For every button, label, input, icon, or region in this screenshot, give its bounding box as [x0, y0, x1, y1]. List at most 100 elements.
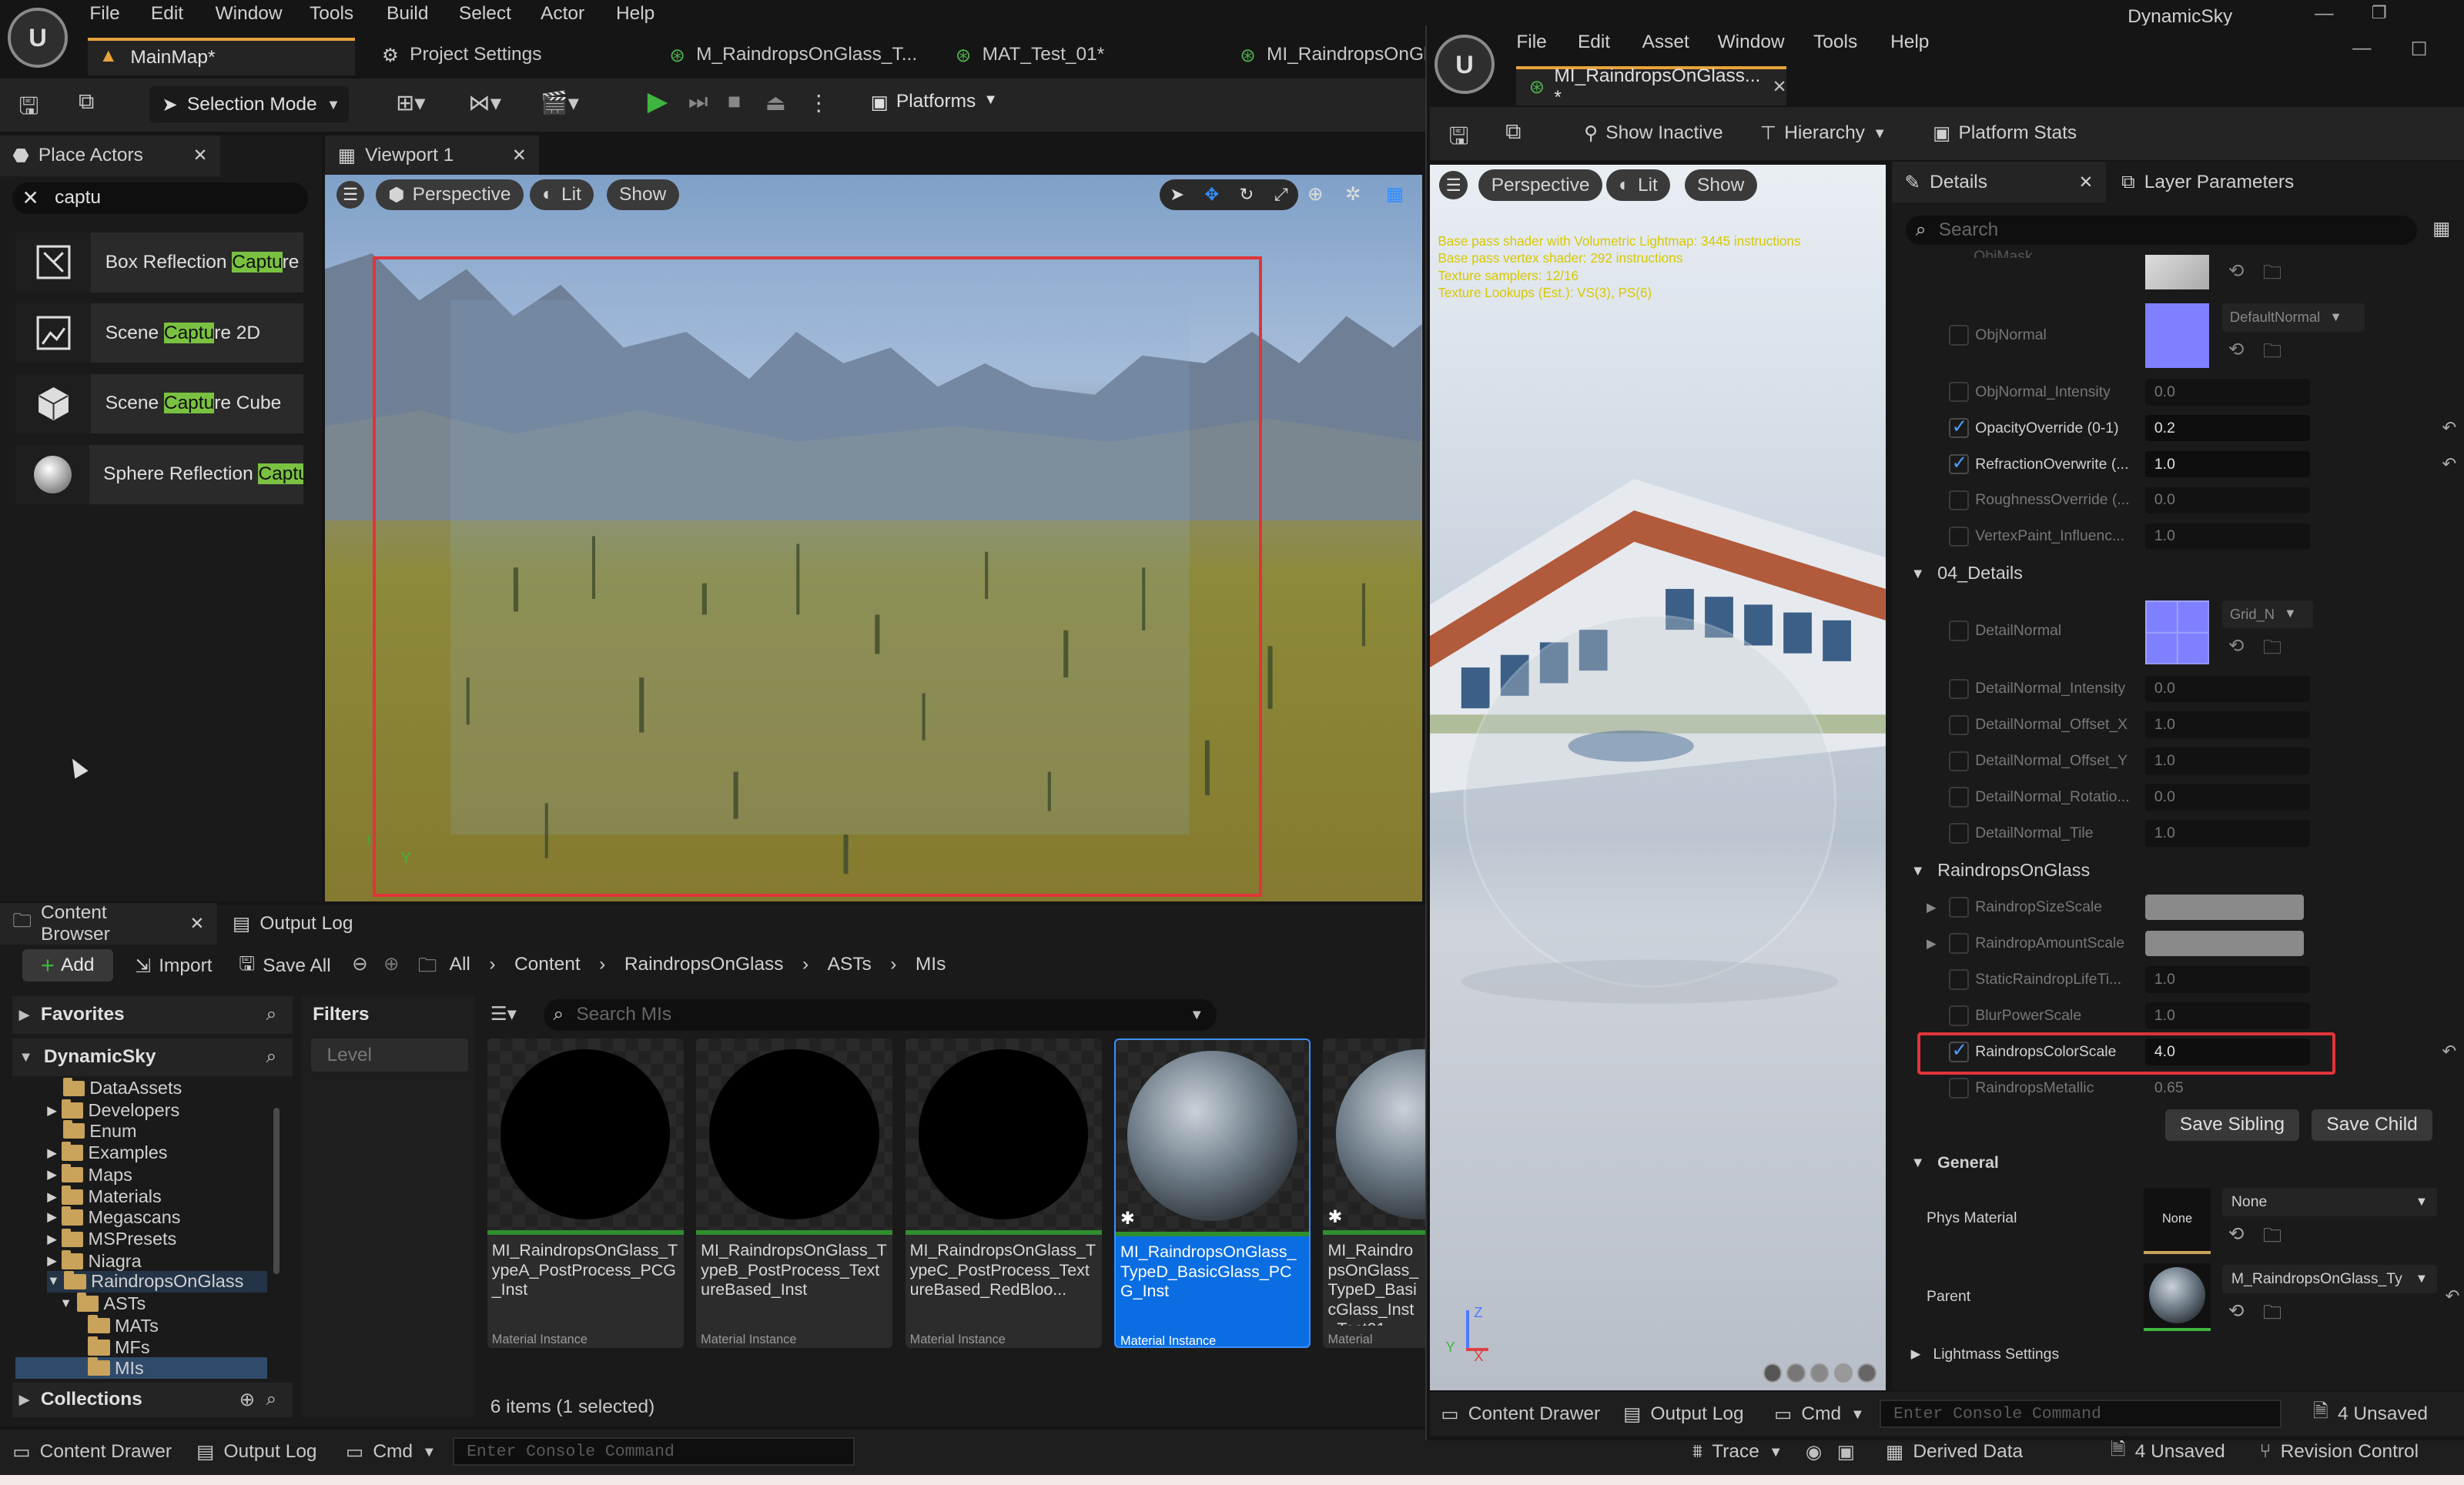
param-value[interactable]: 0.0: [2144, 487, 2310, 514]
tab-mat-test[interactable]: ⊛ MAT_Test_01*: [956, 44, 1104, 67]
back-icon[interactable]: ⊖: [352, 952, 368, 975]
me-minimize-icon[interactable]: —: [2352, 38, 2371, 59]
close-icon[interactable]: ✕: [193, 145, 208, 166]
world-local-icon[interactable]: ⊕: [1307, 182, 1324, 206]
tree-megascans[interactable]: ▶ Megascans: [47, 1206, 180, 1228]
param-value[interactable]: 1.0: [2144, 450, 2310, 478]
phys-material-thumb[interactable]: None: [2143, 1187, 2211, 1254]
param-checkbox[interactable]: [1948, 678, 1970, 700]
details-search-input[interactable]: ⌕ Search: [1906, 215, 2417, 246]
output-log-button[interactable]: ▤ Output Log: [196, 1431, 316, 1472]
preview-perspective-button[interactable]: Perspective: [1478, 169, 1602, 202]
teapot-icon[interactable]: [1857, 1363, 1876, 1383]
actor-search-input[interactable]: ✕ captu: [12, 182, 308, 214]
breadcrumb-raindrops[interactable]: RaindropsOnGlass: [624, 954, 784, 975]
tab-project-settings[interactable]: ⚙ Project Settings: [382, 44, 542, 67]
filter-level[interactable]: Level: [311, 1038, 469, 1072]
close-icon[interactable]: ✕: [190, 914, 205, 934]
main-restore-icon[interactable]: ❐: [2372, 3, 2387, 23]
cinematics-icon[interactable]: 🎬▾: [541, 89, 579, 116]
hierarchy-dropdown[interactable]: ⊤ Hierarchy ▼: [1760, 116, 1887, 151]
more-options-icon[interactable]: ⋮: [808, 89, 830, 116]
param-value[interactable]: 0.2: [2144, 414, 2310, 442]
param-checkbox[interactable]: [1948, 620, 1970, 641]
show-inactive-button[interactable]: ⚲ Show Inactive: [1584, 116, 1722, 151]
reset-icon[interactable]: ⟲: [2228, 338, 2245, 361]
save-child-button[interactable]: Save Child: [2312, 1109, 2433, 1141]
screenshot-icon[interactable]: ▣: [1837, 1440, 1855, 1463]
tree-mfs[interactable]: MFs: [88, 1336, 150, 1359]
menu-help[interactable]: Help: [616, 3, 654, 25]
param-checkbox[interactable]: [1948, 823, 1970, 844]
me-cmd-dropdown[interactable]: ▭ Cmd ▼: [1774, 1393, 1864, 1434]
unreal-logo-icon[interactable]: U: [1435, 34, 1495, 95]
reset-to-default-icon[interactable]: ↶: [2442, 454, 2456, 474]
me-content-drawer-button[interactable]: ▭ Content Drawer: [1441, 1393, 1600, 1434]
me-menu-asset[interactable]: Asset: [1642, 32, 1689, 53]
param-checkbox[interactable]: [1948, 490, 1970, 511]
cube-icon[interactable]: [1833, 1363, 1853, 1383]
objnormal-texture-thumb[interactable]: [2144, 303, 2210, 368]
tree-mis[interactable]: MIs: [15, 1356, 267, 1380]
param-checkbox[interactable]: [1948, 787, 1970, 808]
param-checkbox-checked[interactable]: [1948, 451, 1970, 475]
objmask-texture-thumb[interactable]: [2144, 254, 2210, 289]
cmd-dropdown[interactable]: ▭ Cmd ▼: [346, 1431, 436, 1472]
tree-scrollbar[interactable]: [273, 1107, 280, 1275]
detailnormal-texture-thumb[interactable]: [2144, 600, 2210, 665]
param-checkbox-checked[interactable]: [1948, 415, 1970, 439]
param-checkbox[interactable]: [1948, 1077, 1970, 1099]
preview-lit-button[interactable]: ◐ Lit: [1605, 169, 1671, 202]
reset-icon[interactable]: ⟲: [2228, 634, 2245, 657]
me-menu-help[interactable]: Help: [1890, 32, 1929, 53]
save-sibling-button[interactable]: Save Sibling: [2165, 1109, 2299, 1141]
stop-icon[interactable]: ■: [728, 89, 741, 115]
param-value[interactable]: 1.0: [2144, 523, 2310, 550]
objnormal-texture-dropdown[interactable]: DefaultNormal ▼: [2221, 303, 2365, 332]
platform-stats-button[interactable]: ▣ Platform Stats: [1933, 116, 2077, 151]
param-checkbox[interactable]: [1948, 969, 1970, 990]
tree-developers[interactable]: ▶ Developers: [47, 1099, 179, 1122]
section-lightmass[interactable]: ▶ Lightmass Settings: [1898, 1337, 2464, 1372]
main-minimize-icon[interactable]: —: [2315, 3, 2333, 25]
tab-layer-parameters[interactable]: ⧉ Layer Parameters: [2109, 162, 2307, 202]
console-command-input[interactable]: Enter Console Command: [452, 1437, 855, 1467]
param-value[interactable]: 1.0: [2144, 1002, 2310, 1029]
grid-snap-icon[interactable]: ▦: [1386, 182, 1404, 206]
browse-asset-icon[interactable]: 🗀: [2263, 259, 2282, 291]
viewport-perspective-button[interactable]: ⬢ Perspective: [375, 179, 524, 211]
param-value[interactable]: 0.0: [2144, 784, 2310, 811]
close-icon[interactable]: ✕: [1773, 77, 1787, 97]
section-general[interactable]: ▼ General: [1898, 1146, 2464, 1180]
param-value[interactable]: 0.0: [2144, 378, 2310, 406]
parent-dropdown[interactable]: M_RaindropsOnGlass_Ty ▼: [2221, 1264, 2438, 1293]
tree-niagra[interactable]: ▶ Niagra: [47, 1250, 142, 1272]
tree-enum[interactable]: Enum: [62, 1119, 137, 1142]
param-checkbox[interactable]: [1948, 751, 1970, 772]
me-menu-tools[interactable]: Tools: [1813, 32, 1857, 53]
close-icon[interactable]: ✕: [512, 145, 527, 166]
asset-card-selected[interactable]: ✱ MI_RaindropsOnGlass_TypeD_BasicGlass_PC…: [1113, 1038, 1311, 1348]
add-button[interactable]: + Add: [22, 948, 113, 982]
select-tool-icon[interactable]: ➤: [1170, 185, 1184, 205]
me-console-command-input[interactable]: Enter Console Command: [1879, 1400, 2282, 1429]
step-icon[interactable]: ⏭: [688, 89, 708, 115]
browse-icon[interactable]: ⧉: [1505, 119, 1521, 145]
browse-asset-icon[interactable]: 🗀: [2263, 1299, 2282, 1331]
param-checkbox[interactable]: [1948, 1005, 1970, 1026]
eject-icon[interactable]: ⏏: [765, 89, 786, 116]
search-icon[interactable]: ⌕: [266, 1046, 292, 1068]
me-output-log-button[interactable]: ▤ Output Log: [1623, 1393, 1743, 1434]
cylinder-icon[interactable]: [1763, 1363, 1783, 1383]
project-section[interactable]: ▼ DynamicSky ⌕: [12, 1038, 293, 1076]
tab-output-log[interactable]: ▤ Output Log: [220, 903, 366, 944]
close-icon[interactable]: ✕: [2079, 172, 2094, 192]
reset-icon[interactable]: ⟲: [2228, 259, 2245, 283]
add-collection-icon[interactable]: ⊕: [239, 1388, 256, 1411]
asset-card[interactable]: MI_RaindropsOnGlass_TypeA_PostProcess_PC…: [487, 1038, 684, 1348]
play-icon[interactable]: ▶: [648, 86, 668, 117]
tree-maps[interactable]: ▶ Maps: [47, 1163, 132, 1186]
tab-details[interactable]: ✎ Details ✕: [1892, 162, 2106, 203]
vector-param-swatch[interactable]: [2144, 895, 2304, 920]
param-value[interactable]: 0.65: [2145, 1075, 2310, 1102]
